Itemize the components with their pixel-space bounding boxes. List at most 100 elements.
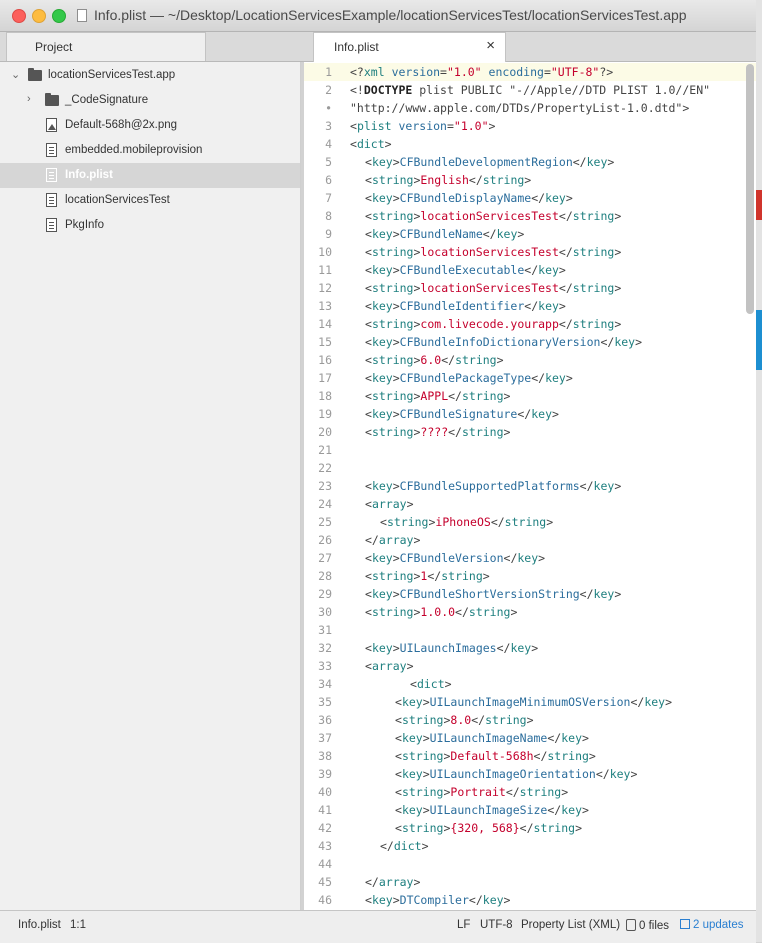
- code-line[interactable]: 17 <key>CFBundlePackageType</key>: [304, 369, 756, 387]
- status-files[interactable]: 0 files: [626, 919, 669, 932]
- code-line[interactable]: 4 <dict>: [304, 135, 756, 153]
- code-line[interactable]: 9 <key>CFBundleName</key>: [304, 225, 756, 243]
- line-code: <key>CFBundleShortVersionString</key>: [365, 587, 622, 601]
- code-editor[interactable]: 1 <?xml version="1.0" encoding="UTF-8"?> 2…: [304, 62, 756, 910]
- close-tab-icon[interactable]: ×: [486, 37, 495, 54]
- code-line[interactable]: 15 <key>CFBundleInfoDictionaryVersion</ke…: [304, 333, 756, 351]
- tree-item-pkginfo[interactable]: PkgInfo: [0, 213, 300, 238]
- code-line[interactable]: 16 <string>6.0</string>: [304, 351, 756, 369]
- line-number: 7: [325, 191, 332, 205]
- line-code: <string>locationServicesTest</string>: [365, 209, 622, 223]
- line-code: <string>6.0</string>: [365, 353, 504, 367]
- status-files-label: 0 files: [639, 920, 670, 932]
- code-line[interactable]: 28 <string>1</string>: [304, 567, 756, 585]
- line-number: 31: [318, 623, 332, 637]
- line-number: 13: [318, 299, 332, 313]
- line-code: <string>APPL</string>: [365, 389, 511, 403]
- code-line[interactable]: 35 <key>UILaunchImageMinimumOSVersion</ke…: [304, 693, 756, 711]
- code-line[interactable]: 25 <string>iPhoneOS</string>: [304, 513, 756, 531]
- package-icon: [626, 919, 636, 931]
- code-line[interactable]: 36 <string>8.0</string>: [304, 711, 756, 729]
- code-line[interactable]: 31: [304, 621, 756, 639]
- code-line[interactable]: 45 </array>: [304, 873, 756, 891]
- code-line[interactable]: 37 <key>UILaunchImageName</key>: [304, 729, 756, 747]
- code-line[interactable]: 46 <key>DTCompiler</key>: [304, 891, 756, 909]
- tab-project[interactable]: Project: [6, 32, 206, 61]
- line-number: 21: [318, 443, 332, 457]
- chevron-down-icon[interactable]: ⌄: [11, 68, 20, 81]
- code-line[interactable]: 30 <string>1.0.0</string>: [304, 603, 756, 621]
- code-line[interactable]: 23 <key>CFBundleSupportedPlatforms</key>: [304, 477, 756, 495]
- code-line[interactable]: 3 <plist version="1.0">: [304, 117, 756, 135]
- code-line[interactable]: 20 <string>????</string>: [304, 423, 756, 441]
- code-line[interactable]: 32 <key>UILaunchImages</key>: [304, 639, 756, 657]
- code-line[interactable]: 14 <string>com.livecode.yourapp</string>: [304, 315, 756, 333]
- tree-item-executable[interactable]: locationServicesTest: [0, 188, 300, 213]
- code-line[interactable]: 12 <string>locationServicesTest</string>: [304, 279, 756, 297]
- code-line[interactable]: 8 <string>locationServicesTest</string>: [304, 207, 756, 225]
- tree-item-mobileprovision[interactable]: embedded.mobileprovision: [0, 138, 300, 163]
- line-code: <plist version="1.0">: [350, 119, 496, 133]
- line-code: <string>1.0.0</string>: [365, 605, 518, 619]
- line-number: 36: [318, 713, 332, 727]
- chevron-right-icon[interactable]: ›: [27, 93, 31, 105]
- code-line[interactable]: 41 <key>UILaunchImageSize</key>: [304, 801, 756, 819]
- code-line[interactable]: 6 <string>English</string>: [304, 171, 756, 189]
- code-line[interactable]: 39 <key>UILaunchImageOrientation</key>: [304, 765, 756, 783]
- code-line[interactable]: 5 <key>CFBundleDevelopmentRegion</key>: [304, 153, 756, 171]
- tab-info-plist[interactable]: Info.plist ×: [313, 32, 506, 62]
- status-updates[interactable]: 2 updates: [680, 919, 744, 931]
- tree-item-codesignature-folder[interactable]: › _CodeSignature: [0, 88, 300, 113]
- close-window-button[interactable]: [12, 9, 26, 23]
- code-line[interactable]: 24 <array>: [304, 495, 756, 513]
- line-number: 40: [318, 785, 332, 799]
- status-encoding[interactable]: UTF-8: [480, 919, 513, 931]
- code-line[interactable]: 13 <key>CFBundleIdentifier</key>: [304, 297, 756, 315]
- code-line[interactable]: 42 <string>{320, 568}</string>: [304, 819, 756, 837]
- code-line[interactable]: 19 <key>CFBundleSignature</key>: [304, 405, 756, 423]
- code-line[interactable]: 27 <key>CFBundleVersion</key>: [304, 549, 756, 567]
- code-line[interactable]: 33 <array>: [304, 657, 756, 675]
- code-line[interactable]: 11 <key>CFBundleExecutable</key>: [304, 261, 756, 279]
- line-number: 9: [325, 227, 332, 241]
- code-line[interactable]: 7 <key>CFBundleDisplayName</key>: [304, 189, 756, 207]
- code-line[interactable]: 2 <!DOCTYPE plist PUBLIC "-//Apple//DTD P…: [304, 81, 756, 99]
- file-icon: [46, 168, 57, 182]
- zoom-window-button[interactable]: [52, 9, 66, 23]
- code-line[interactable]: 34 <dict>: [304, 675, 756, 693]
- line-number: 29: [318, 587, 332, 601]
- status-grammar[interactable]: Property List (XML): [521, 919, 620, 931]
- code-line[interactable]: 38 <string>Default-568h</string>: [304, 747, 756, 765]
- minimize-window-button[interactable]: [32, 9, 46, 23]
- code-line[interactable]: 26 </array>: [304, 531, 756, 549]
- code-line[interactable]: 44: [304, 855, 756, 873]
- status-file-name[interactable]: Info.plist: [18, 919, 61, 931]
- code-line[interactable]: • "http://www.apple.com/DTDs/PropertyList…: [304, 99, 756, 117]
- tree-item-default-png[interactable]: Default-568h@2x.png: [0, 113, 300, 138]
- image-file-icon: [46, 118, 57, 132]
- editor-scrollbar[interactable]: [746, 64, 754, 314]
- document-proxy-icon[interactable]: [77, 9, 87, 22]
- code-line[interactable]: 43 </dict>: [304, 837, 756, 855]
- line-code: </array>: [365, 533, 421, 547]
- line-code: <string>Default-568h</string>: [395, 749, 596, 763]
- code-line[interactable]: 29 <key>CFBundleShortVersionString</key>: [304, 585, 756, 603]
- tree-item-root-folder[interactable]: ⌄ locationServicesTest.app: [0, 63, 300, 88]
- window-title: Info.plist — ~/Desktop/LocationServicesE…: [94, 7, 687, 23]
- code-line[interactable]: 10 <string>locationServicesTest</string>: [304, 243, 756, 261]
- code-line[interactable]: 40 <string>Portrait</string>: [304, 783, 756, 801]
- line-number: •: [325, 101, 332, 115]
- line-code: <string>8.0</string>: [395, 713, 534, 727]
- code-line[interactable]: 21: [304, 441, 756, 459]
- status-cursor-position[interactable]: 1:1: [70, 919, 86, 931]
- line-code: <key>CFBundleInfoDictionaryVersion</key>: [365, 335, 643, 349]
- status-bar: Info.plist 1:1 LF UTF-8 Property List (X…: [0, 910, 756, 943]
- tree-item-info-plist[interactable]: Info.plist: [0, 163, 300, 188]
- code-line[interactable]: 22: [304, 459, 756, 477]
- line-number: 6: [325, 173, 332, 187]
- line-number: 19: [318, 407, 332, 421]
- code-line[interactable]: 1 <?xml version="1.0" encoding="UTF-8"?>: [304, 63, 756, 81]
- code-line[interactable]: 18 <string>APPL</string>: [304, 387, 756, 405]
- status-line-ending[interactable]: LF: [457, 919, 470, 931]
- line-code: <key>CFBundleDisplayName</key>: [365, 191, 573, 205]
